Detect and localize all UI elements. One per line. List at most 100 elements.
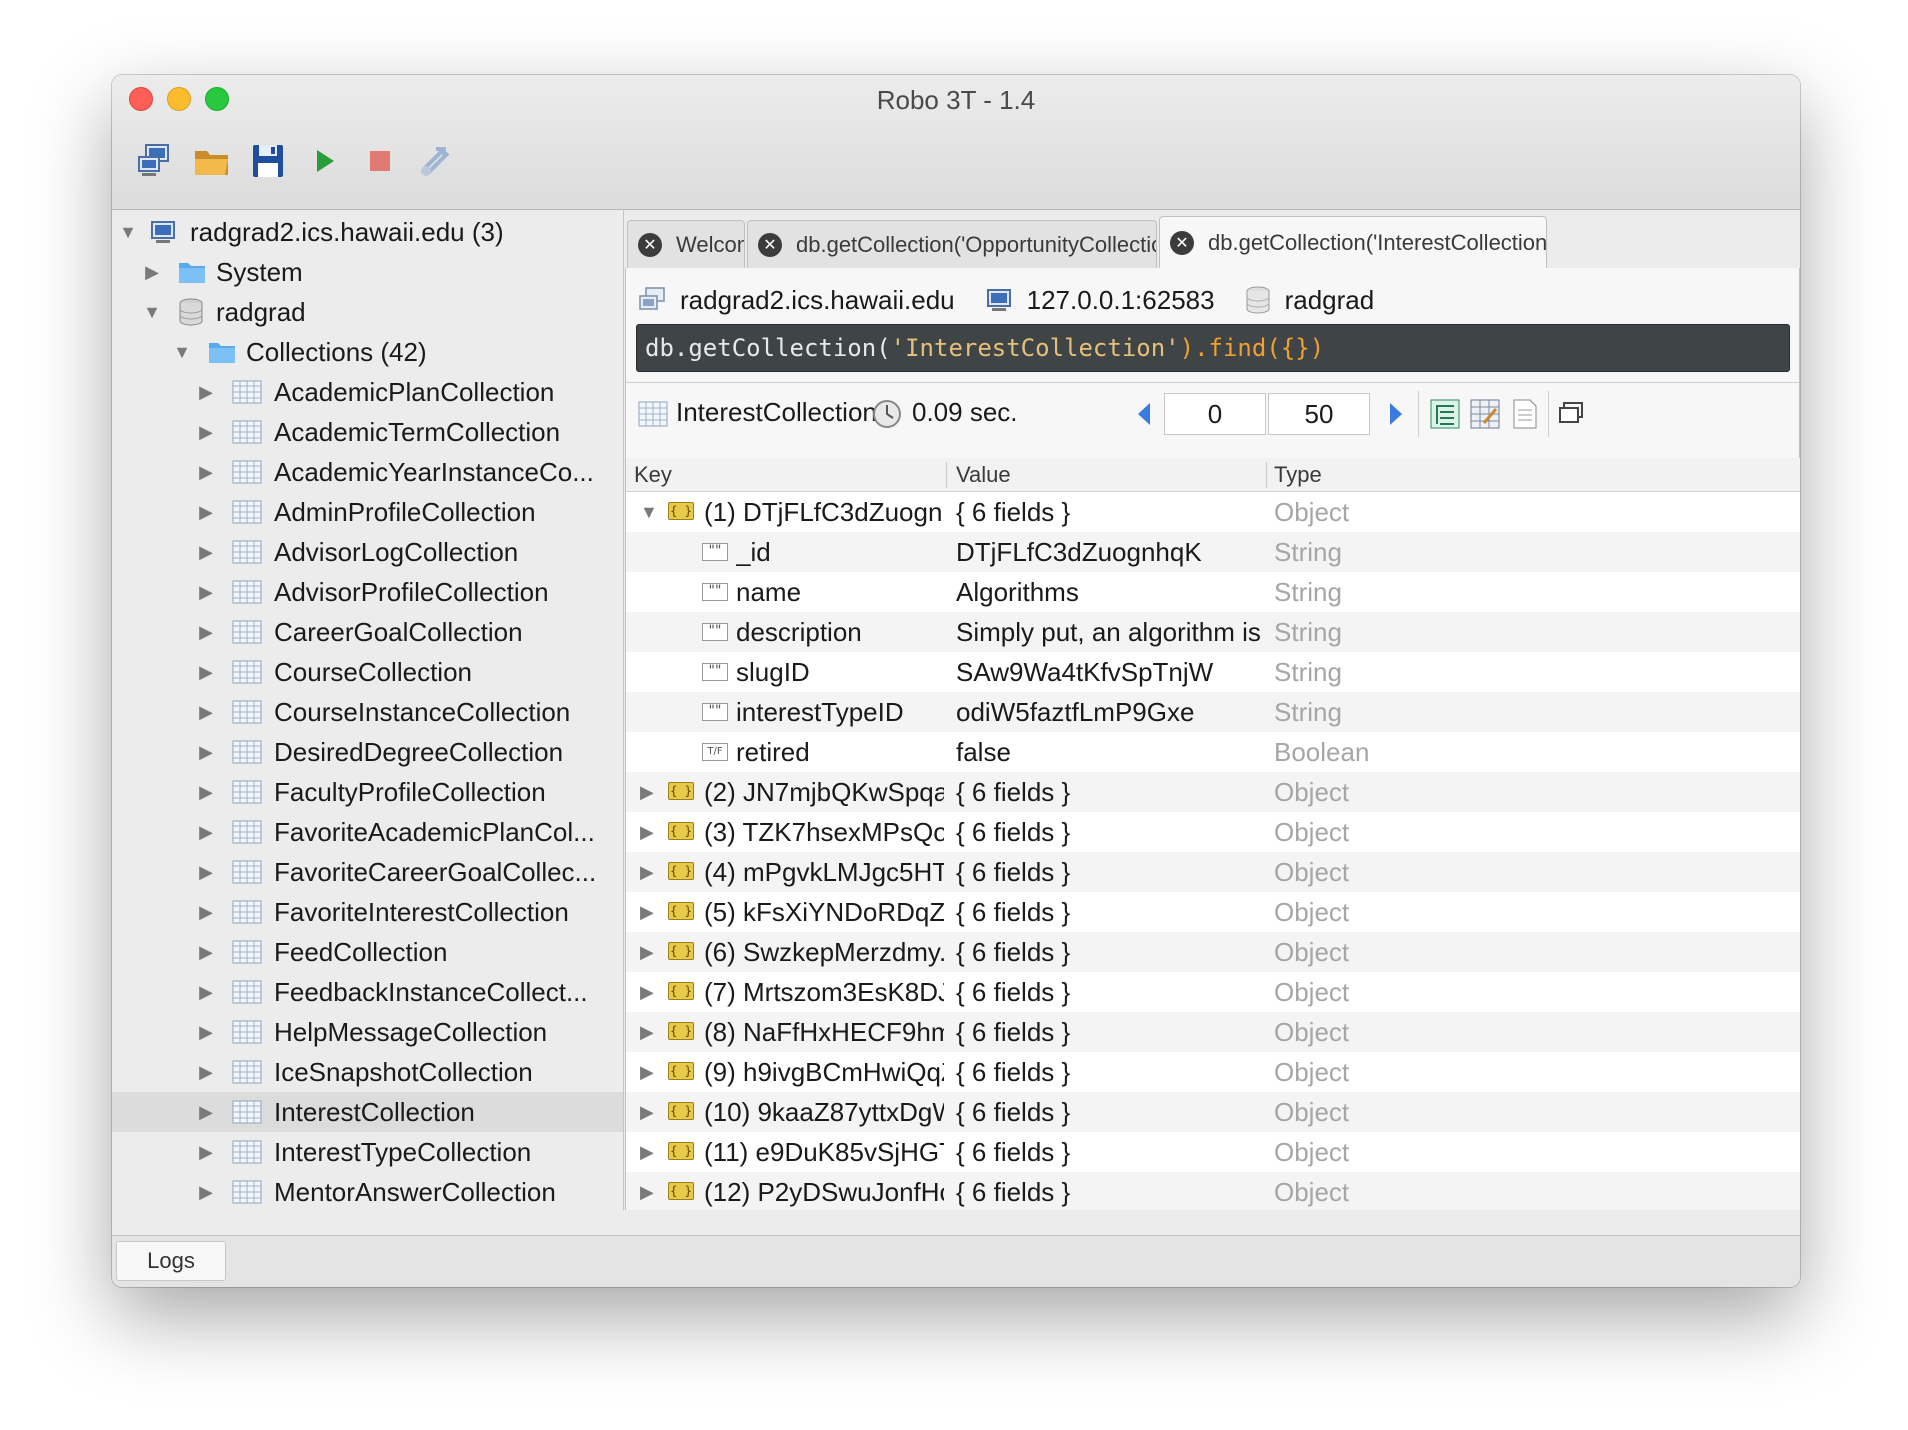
chevron-right-icon[interactable]: ▶: [196, 982, 216, 1002]
collection-item[interactable]: ▶ AdminProfileCollection: [112, 492, 623, 532]
tree-server[interactable]: ▼ radgrad2.ics.hawaii.edu (3): [112, 212, 623, 252]
chevron-right-icon[interactable]: ▶: [640, 812, 654, 852]
collection-item[interactable]: ▶ MentorAnswerCollection: [112, 1172, 623, 1210]
tab-welcome[interactable]: ✕ Welcome: [627, 220, 745, 268]
collection-item[interactable]: ▶ FavoriteAcademicPlanCol...: [112, 812, 623, 852]
collection-item[interactable]: ▶ InterestCollection: [112, 1092, 623, 1132]
chevron-right-icon[interactable]: ▶: [196, 622, 216, 642]
table-row[interactable]: "" interestTypeID odiW5faztfLmP9Gxe String: [626, 692, 1800, 732]
collection-item[interactable]: ▶ CourseInstanceCollection: [112, 692, 623, 732]
table-row[interactable]: ▶ { } (7) Mrtszom3EsK8DJ... { 6 fields } Obj…: [626, 972, 1800, 1012]
tab-opportunity-query[interactable]: ✕ db.getCollection('OpportunityCollectio…: [747, 220, 1157, 268]
chevron-right-icon[interactable]: ▶: [640, 1132, 654, 1172]
chevron-right-icon[interactable]: ▶: [196, 382, 216, 402]
limit-input[interactable]: 50: [1268, 393, 1370, 435]
maximize-icon[interactable]: [1558, 401, 1584, 425]
collection-item[interactable]: ▶ FavoriteInterestCollection: [112, 892, 623, 932]
collection-item[interactable]: ▶ InterestTypeCollection: [112, 1132, 623, 1172]
table-row[interactable]: ▶ { } (5) kFsXiYNDoRDqZc... { 6 fields } Obj…: [626, 892, 1800, 932]
chevron-right-icon[interactable]: ▶: [640, 1092, 654, 1132]
table-view-icon[interactable]: [1470, 399, 1500, 429]
chevron-right-icon[interactable]: ▶: [640, 1052, 654, 1092]
chevron-right-icon[interactable]: ▶: [196, 862, 216, 882]
chevron-right-icon[interactable]: ▶: [196, 742, 216, 762]
table-row[interactable]: "" description Simply put, an algorithm is…: [626, 612, 1800, 652]
chevron-right-icon[interactable]: ▶: [196, 702, 216, 722]
collection-item[interactable]: ▶ FeedCollection: [112, 932, 623, 972]
tree-collections-folder[interactable]: ▼ Collections (42): [112, 332, 623, 372]
close-icon[interactable]: ✕: [1170, 230, 1194, 255]
chevron-right-icon[interactable]: ▶: [196, 422, 216, 442]
collection-item[interactable]: ▶ CareerGoalCollection: [112, 612, 623, 652]
table-row[interactable]: ▶ { } (6) SwzkepMerzdmy... { 6 fields } Obje…: [626, 932, 1800, 972]
chevron-right-icon[interactable]: ▶: [196, 942, 216, 962]
chevron-down-icon[interactable]: ▼: [172, 342, 192, 362]
collection-item[interactable]: ▶ AcademicYearInstanceCo...: [112, 452, 623, 492]
connect-button[interactable]: [132, 137, 180, 185]
collection-item[interactable]: ▶ AdvisorLogCollection: [112, 532, 623, 572]
chevron-right-icon[interactable]: ▶: [196, 1062, 216, 1082]
table-row[interactable]: ▼ { } (1) DTjFLfC3dZuognh... { 6 fields } Ob…: [626, 492, 1800, 532]
chevron-right-icon[interactable]: ▶: [196, 502, 216, 522]
skip-input[interactable]: 0: [1164, 393, 1266, 435]
close-icon[interactable]: ✕: [758, 232, 782, 257]
close-icon[interactable]: ✕: [638, 232, 662, 257]
chevron-right-icon[interactable]: ▶: [142, 262, 162, 282]
collection-item[interactable]: ▶ FeedbackInstanceCollect...: [112, 972, 623, 1012]
table-row[interactable]: ▶ { } (4) mPgvkLMJgc5HT... { 6 fields } Obje…: [626, 852, 1800, 892]
table-row[interactable]: "" _id DTjFLfC3dZuognhqK String: [626, 532, 1800, 572]
chevron-right-icon[interactable]: ▶: [640, 932, 654, 972]
open-button[interactable]: [188, 137, 236, 185]
collection-item[interactable]: ▶ FavoriteCareerGoalCollec...: [112, 852, 623, 892]
collection-item[interactable]: ▶ AdvisorProfileCollection: [112, 572, 623, 612]
chevron-right-icon[interactable]: ▶: [196, 822, 216, 842]
collection-item[interactable]: ▶ DesiredDegreeCollection: [112, 732, 623, 772]
chevron-down-icon[interactable]: ▼: [118, 222, 138, 242]
save-button[interactable]: [244, 137, 292, 185]
chevron-right-icon[interactable]: ▶: [196, 1102, 216, 1122]
chevron-right-icon[interactable]: ▶: [640, 1172, 654, 1210]
query-editor[interactable]: db.getCollection('InterestCollection').f…: [636, 324, 1790, 372]
table-row[interactable]: "" slugID SAw9Wa4tKfvSpTnjW String: [626, 652, 1800, 692]
header-value[interactable]: Value: [956, 462, 1011, 488]
collection-item[interactable]: ▶ AcademicPlanCollection: [112, 372, 623, 412]
tree-system[interactable]: ▶ System: [112, 252, 623, 292]
chevron-right-icon[interactable]: ▶: [640, 892, 654, 932]
tree-database[interactable]: ▼ radgrad: [112, 292, 623, 332]
table-row[interactable]: "" name Algorithms String: [626, 572, 1800, 612]
chevron-down-icon[interactable]: ▼: [640, 492, 658, 532]
collection-item[interactable]: ▶ AcademicTermCollection: [112, 412, 623, 452]
chevron-right-icon[interactable]: ▶: [196, 542, 216, 562]
chevron-right-icon[interactable]: ▶: [196, 782, 216, 802]
table-row[interactable]: ▶ { } (11) e9DuK85vSjHGT... { 6 fields } Obj…: [626, 1132, 1800, 1172]
chevron-right-icon[interactable]: ▶: [640, 772, 654, 812]
table-row[interactable]: ▶ { } (12) P2yDSwuJonfHc... { 6 fields } Obj…: [626, 1172, 1800, 1210]
rotate-button[interactable]: [412, 137, 460, 185]
execute-button[interactable]: [300, 137, 348, 185]
chevron-right-icon[interactable]: ▶: [640, 972, 654, 1012]
arrow-right-icon[interactable]: [1386, 401, 1406, 427]
table-row[interactable]: ▶ { } (10) 9kaaZ87yttxDgW... { 6 fields } Ob…: [626, 1092, 1800, 1132]
chevron-right-icon[interactable]: ▶: [196, 1142, 216, 1162]
chevron-right-icon[interactable]: ▶: [640, 1012, 654, 1052]
collection-item[interactable]: ▶ FacultyProfileCollection: [112, 772, 623, 812]
text-view-icon[interactable]: [1512, 399, 1538, 429]
collection-item[interactable]: ▶ CourseCollection: [112, 652, 623, 692]
header-type[interactable]: Type: [1274, 462, 1322, 488]
chevron-right-icon[interactable]: ▶: [196, 902, 216, 922]
collection-item[interactable]: ▶ IceSnapshotCollection: [112, 1052, 623, 1092]
chevron-right-icon[interactable]: ▶: [196, 1182, 216, 1202]
chevron-right-icon[interactable]: ▶: [196, 582, 216, 602]
table-row[interactable]: T/F retired false Boolean: [626, 732, 1800, 772]
arrow-left-icon[interactable]: [1134, 401, 1154, 427]
table-row[interactable]: ▶ { } (9) h9ivgBCmHwiQqZ... { 6 fields } Obj…: [626, 1052, 1800, 1092]
chevron-right-icon[interactable]: ▶: [196, 662, 216, 682]
header-key[interactable]: Key: [634, 462, 672, 488]
chevron-right-icon[interactable]: ▶: [196, 462, 216, 482]
chevron-down-icon[interactable]: ▼: [142, 302, 162, 322]
table-row[interactable]: ▶ { } (3) TZK7hsexMPsQo... { 6 fields } Obje…: [626, 812, 1800, 852]
chevron-right-icon[interactable]: ▶: [196, 1022, 216, 1042]
tree-view-icon[interactable]: [1430, 399, 1460, 429]
logs-button[interactable]: Logs: [116, 1241, 226, 1281]
collection-item[interactable]: ▶ HelpMessageCollection: [112, 1012, 623, 1052]
